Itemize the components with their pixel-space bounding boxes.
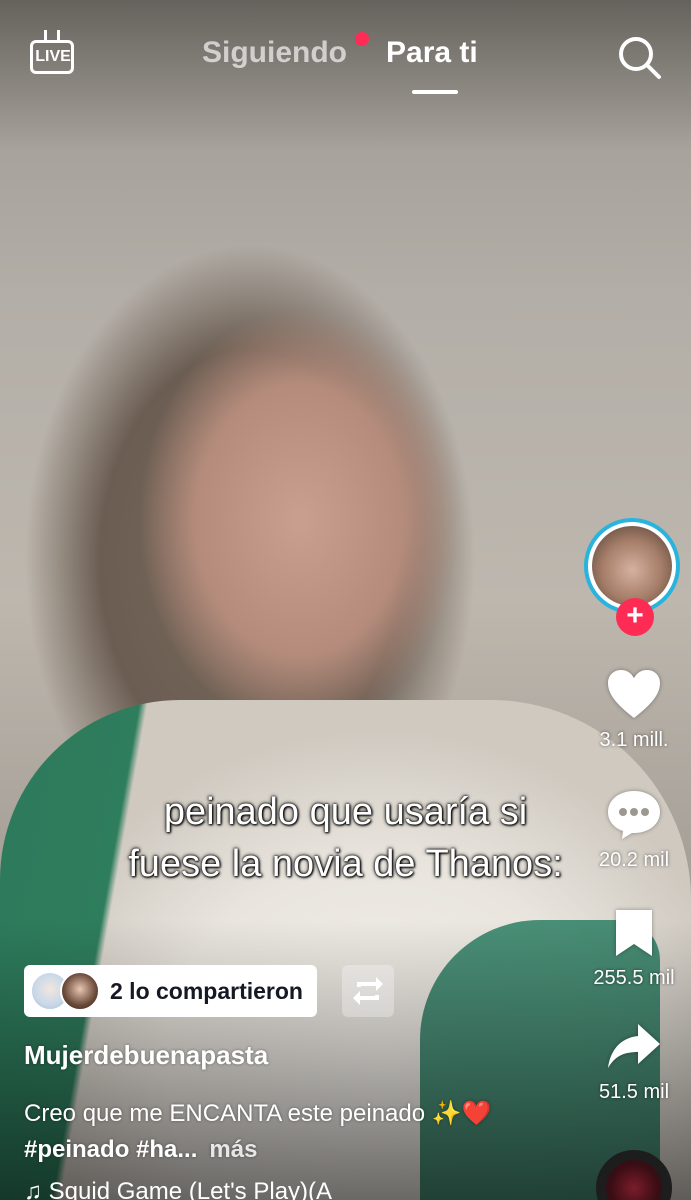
save-count: 255.5 mil	[593, 967, 675, 989]
comment-count: 20.2 mil	[598, 849, 670, 871]
tab-following[interactable]: Siguiendo	[202, 36, 347, 70]
video-feed-screen[interactable]: LIVE Siguiendo Para ti peinado que usarí…	[0, 0, 691, 1200]
share-button[interactable]: 51.5 mil	[582, 1022, 686, 1104]
save-button[interactable]: 255.5 mil	[582, 908, 686, 990]
share-arrow-icon	[608, 1024, 660, 1068]
live-button[interactable]: LIVE	[30, 30, 78, 78]
reposts-chip[interactable]: 2 lo compartieron	[24, 965, 317, 1017]
search-icon	[619, 37, 661, 79]
tab-for-you[interactable]: Para ti	[386, 36, 478, 70]
comment-icon	[608, 791, 660, 839]
avatar-image	[592, 526, 672, 606]
follow-button[interactable]: +	[616, 598, 654, 636]
live-label: LIVE	[35, 48, 71, 65]
heart-icon	[608, 670, 660, 718]
description-text: Creo que me ENCANTA este peinado ✨❤️	[24, 1100, 492, 1127]
plus-icon: +	[626, 599, 644, 632]
reposts-label: 2 lo compartieron	[110, 977, 303, 1004]
more-link[interactable]: más	[209, 1136, 257, 1163]
comment-button[interactable]: 20.2 mil	[582, 788, 686, 872]
repost-icon	[353, 977, 383, 1005]
post-description: Creo que me ENCANTA este peinado ✨❤️ #pe…	[24, 1096, 544, 1168]
creator-username[interactable]: Mujerdebuenapasta	[24, 1040, 268, 1071]
like-count: 3.1 mill.	[599, 729, 669, 751]
notification-dot	[355, 32, 369, 46]
like-button[interactable]: 3.1 mill.	[582, 668, 686, 752]
reposter-avatar	[60, 971, 100, 1011]
music-ticker[interactable]: ♫ Squid Game (Let's Play)(A	[24, 1178, 332, 1200]
bookmark-icon	[616, 910, 652, 956]
top-navigation: LIVE Siguiendo Para ti	[0, 0, 691, 110]
search-button[interactable]	[616, 34, 662, 80]
share-count: 51.5 mil	[598, 1081, 670, 1103]
repost-button[interactable]	[342, 965, 394, 1017]
hashtags[interactable]: #peinado #ha...	[24, 1136, 197, 1163]
active-tab-indicator	[412, 90, 458, 94]
creator-avatar[interactable]: +	[582, 516, 686, 636]
